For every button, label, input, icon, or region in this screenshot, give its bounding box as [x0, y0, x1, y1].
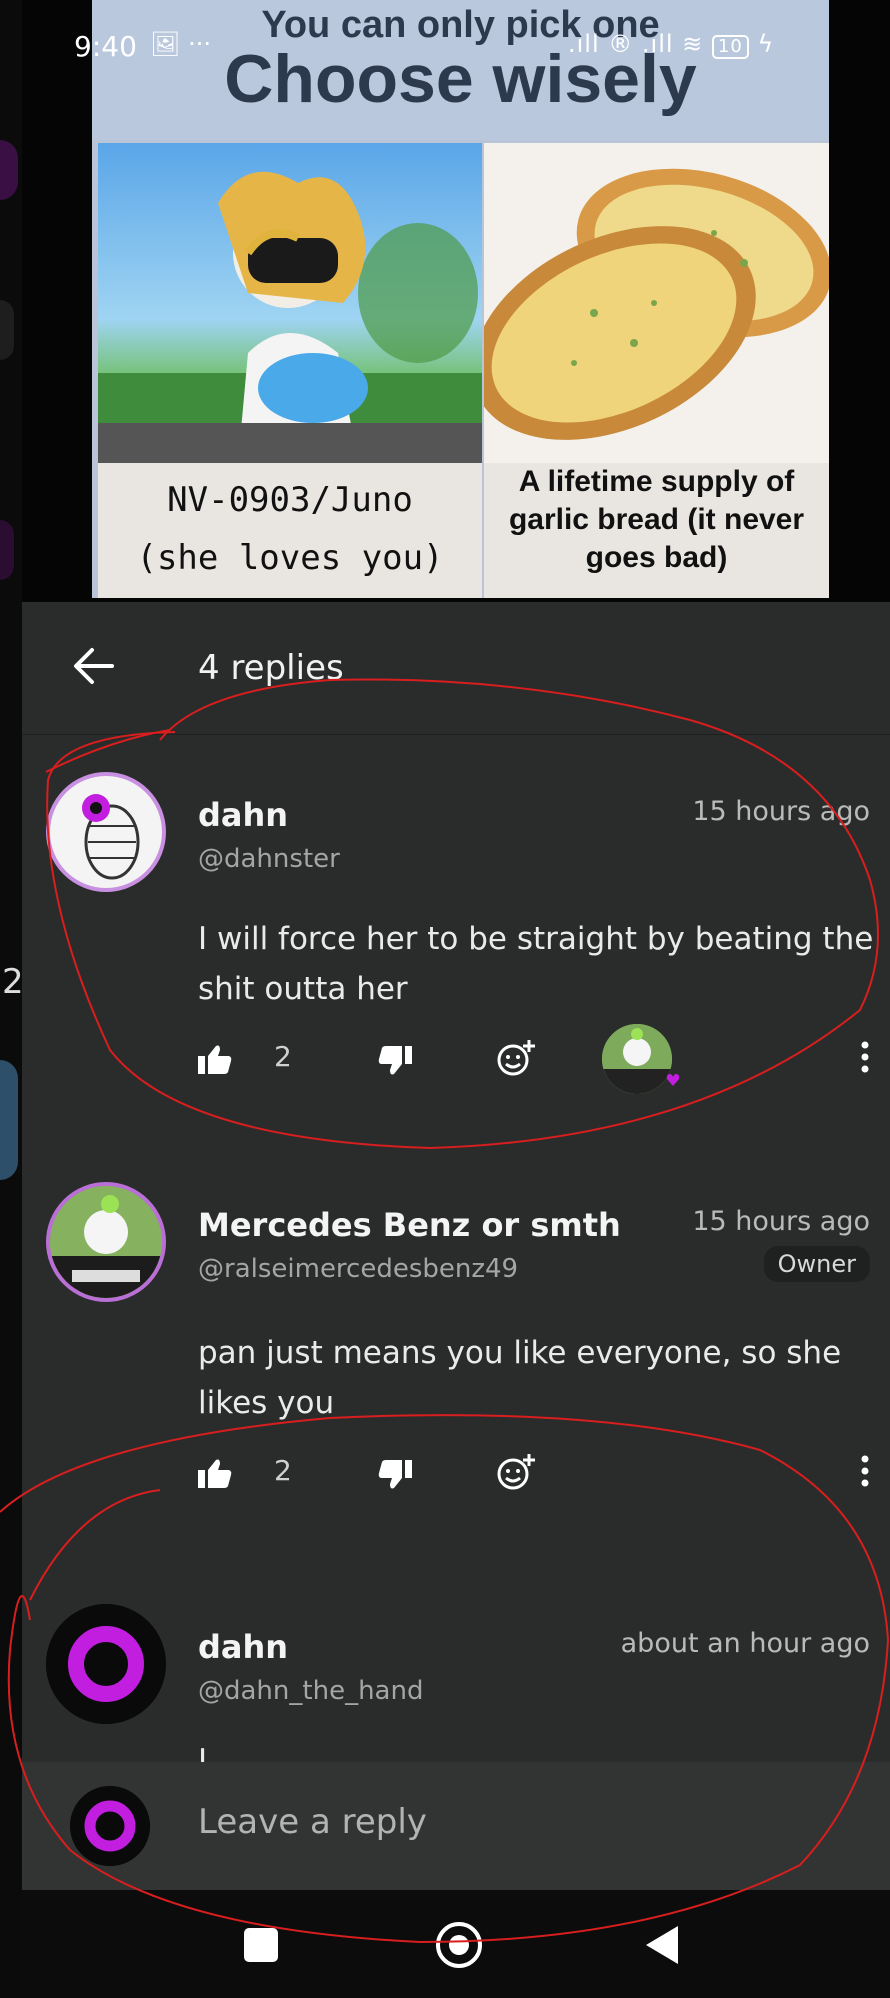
- reply-input-bar[interactable]: Leave a reply: [22, 1762, 890, 1890]
- comment-author-name[interactable]: dahn: [198, 1628, 288, 1666]
- comment-item: dahn @dahn_the_hand about an hour ago I: [22, 1564, 890, 1762]
- notification-icons: 🖼 ···: [150, 30, 211, 58]
- comment-text: I will force her to be straight by beati…: [198, 921, 874, 1007]
- dislike-button[interactable]: [378, 1460, 412, 1494]
- thumbs-down-icon: [378, 1460, 412, 1489]
- thumbs-up-icon: [198, 1045, 232, 1074]
- comment-author-handle: @ralseimercedesbenz49: [198, 1254, 519, 1284]
- like-count: 2: [274, 1454, 292, 1487]
- system-navigation-bar: [22, 1890, 890, 1998]
- comment-author-name[interactable]: dahn: [198, 796, 288, 834]
- comment-text: pan just means you like everyone, so she…: [198, 1335, 842, 1421]
- reactor-avatar[interactable]: [602, 1024, 672, 1094]
- comment-timestamp: 15 hours ago: [692, 796, 870, 827]
- replies-header: 4 replies: [22, 602, 890, 735]
- add-reaction-button[interactable]: [496, 1452, 536, 1496]
- like-button[interactable]: [198, 1458, 232, 1492]
- add-reaction-icon: [497, 1454, 535, 1490]
- left-caption-line2: (she loves you): [136, 538, 444, 578]
- background-number: 2: [2, 962, 24, 1002]
- comment-author-name[interactable]: Mercedes Benz or smth: [198, 1206, 621, 1244]
- background-shape: [0, 1060, 18, 1180]
- replies-sheet: 4 replies dahn @dahnster 15 hours ago I …: [22, 602, 890, 1892]
- meme-image: You can only pick one Choose wisely NV-0…: [92, 0, 829, 598]
- recents-button-icon[interactable]: [244, 1928, 278, 1962]
- signal-icons: .ıll ® .ıll ≋ 10 ϟ: [568, 30, 774, 59]
- status-time: 9:40: [74, 30, 137, 63]
- charging-icon: ϟ: [757, 30, 775, 58]
- background-shape: [0, 140, 18, 200]
- thumbs-up-icon: [198, 1459, 232, 1488]
- owner-badge: Owner: [763, 1246, 870, 1282]
- background-shape: [0, 520, 14, 580]
- comment-text: I: [198, 1743, 208, 1762]
- background-shape: [0, 300, 14, 360]
- comment-author-handle: @dahnster: [198, 844, 340, 874]
- dislike-button[interactable]: [378, 1046, 412, 1080]
- heart-icon: [666, 1072, 680, 1086]
- thumbs-down-icon: [378, 1046, 412, 1075]
- more-options-icon[interactable]: [860, 1454, 870, 1488]
- comment-timestamp: about an hour ago: [620, 1628, 870, 1659]
- battery-icon: 10: [711, 35, 749, 59]
- comment-timestamp: 15 hours ago: [692, 1206, 870, 1237]
- comment-author-handle: @dahn_the_hand: [198, 1676, 424, 1706]
- wifi-icon: ≋: [682, 30, 712, 58]
- reply-input-placeholder[interactable]: Leave a reply: [198, 1802, 427, 1842]
- signal-icon: .ıll ® .ıll: [568, 30, 674, 58]
- status-bar: 9:40 🖼 ··· .ıll ® .ıll ≋ 10 ϟ: [0, 22, 890, 74]
- comment-item: Mercedes Benz or smth @ralseimercedesben…: [22, 1144, 890, 1564]
- avatar[interactable]: [46, 1182, 166, 1302]
- right-caption-text: A lifetime supply of garlic bread (it ne…: [508, 465, 805, 574]
- back-arrow-icon[interactable]: [64, 636, 124, 696]
- avatar[interactable]: [46, 772, 166, 892]
- home-button-icon[interactable]: [436, 1922, 482, 1968]
- more-options-icon[interactable]: [860, 1040, 870, 1074]
- like-button[interactable]: [198, 1044, 232, 1078]
- like-count: 2: [274, 1040, 292, 1073]
- right-option-caption: A lifetime supply of garlic bread (it ne…: [484, 463, 829, 598]
- add-reaction-icon: [497, 1040, 535, 1076]
- left-option-caption: NV-0903/Juno (she loves you): [98, 463, 482, 598]
- back-button-icon[interactable]: [642, 1924, 682, 1970]
- garlic-bread-picture: [484, 143, 829, 463]
- comment-item: dahn @dahnster 15 hours ago I will force…: [22, 734, 890, 1144]
- replies-count-title: 4 replies: [198, 648, 344, 688]
- current-user-avatar: [70, 1786, 150, 1866]
- character-picture: [98, 143, 482, 463]
- left-caption-line1: NV-0903/Juno: [167, 480, 413, 520]
- avatar[interactable]: [46, 1604, 166, 1724]
- add-reaction-button[interactable]: [496, 1038, 536, 1082]
